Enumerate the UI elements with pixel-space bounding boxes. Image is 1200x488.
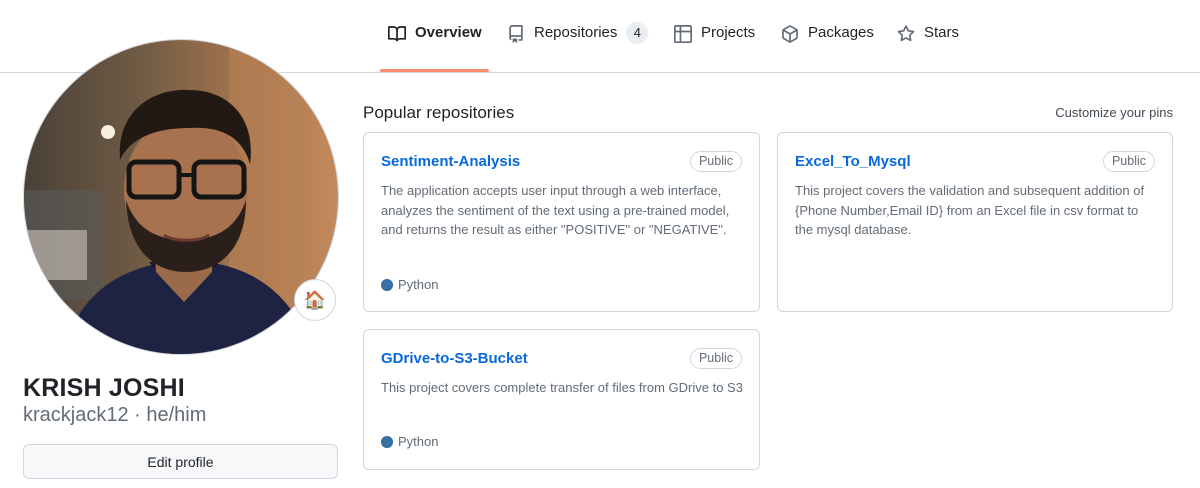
repo-card: Excel_To_Mysql Public This project cover…	[777, 132, 1173, 312]
avatar[interactable]	[23, 39, 339, 355]
house-icon: 🏠	[303, 289, 327, 310]
status-button[interactable]: 🏠	[294, 279, 336, 321]
profile-login: krackjack12 · he/him	[23, 404, 207, 426]
book-icon	[388, 26, 406, 42]
customize-pins-link[interactable]: Customize your pins	[1055, 105, 1173, 120]
edit-profile-button[interactable]: Edit profile	[23, 444, 338, 479]
section-title: Popular repositories	[363, 103, 515, 122]
tab-overview[interactable]: Overview	[388, 24, 482, 72]
tab-repositories-label: Repositories	[534, 24, 618, 41]
profile-name: KRISH JOSHI	[23, 374, 185, 402]
language-color-dot	[381, 435, 393, 448]
table-icon	[674, 25, 692, 43]
repo-description: This project covers complete transfer of…	[381, 380, 743, 395]
tab-packages[interactable]: Packages	[781, 24, 874, 72]
tab-repositories[interactable]: Repositories 4	[507, 22, 649, 72]
visibility-badge: Public	[1102, 151, 1155, 172]
repo-link[interactable]: GDrive-to-S3-Bucket	[381, 350, 528, 367]
repo-card: Sentiment-Analysis Public The applicatio…	[363, 132, 760, 312]
language-label: Python	[398, 277, 439, 292]
tab-stars[interactable]: Stars	[897, 24, 959, 72]
repo-language: Python	[381, 277, 438, 292]
tab-projects[interactable]: Projects	[674, 24, 755, 72]
repo-link[interactable]: Sentiment-Analysis	[381, 153, 520, 170]
repositories-count-badge: 4	[626, 22, 649, 44]
repo-icon	[509, 25, 523, 43]
avatar-photo	[24, 40, 338, 354]
package-icon	[782, 25, 798, 43]
repo-card: GDrive-to-S3-Bucket Public This project …	[363, 329, 760, 470]
star-icon	[897, 25, 915, 42]
tab-projects-label: Projects	[701, 24, 756, 41]
tab-overview-label: Overview	[415, 24, 482, 41]
tab-stars-label: Stars	[924, 24, 960, 41]
active-tab-underline	[380, 69, 489, 72]
visibility-badge: Public	[689, 348, 742, 369]
visibility-badge: Public	[689, 151, 742, 172]
repo-description: The application accepts user input throu…	[381, 183, 730, 237]
repo-language: Python	[381, 434, 438, 449]
repo-link[interactable]: Excel_To_Mysql	[795, 153, 911, 170]
tab-packages-label: Packages	[808, 24, 874, 41]
language-color-dot	[381, 278, 393, 291]
language-label: Python	[398, 434, 439, 449]
repo-description: This project covers the validation and s…	[795, 183, 1145, 237]
